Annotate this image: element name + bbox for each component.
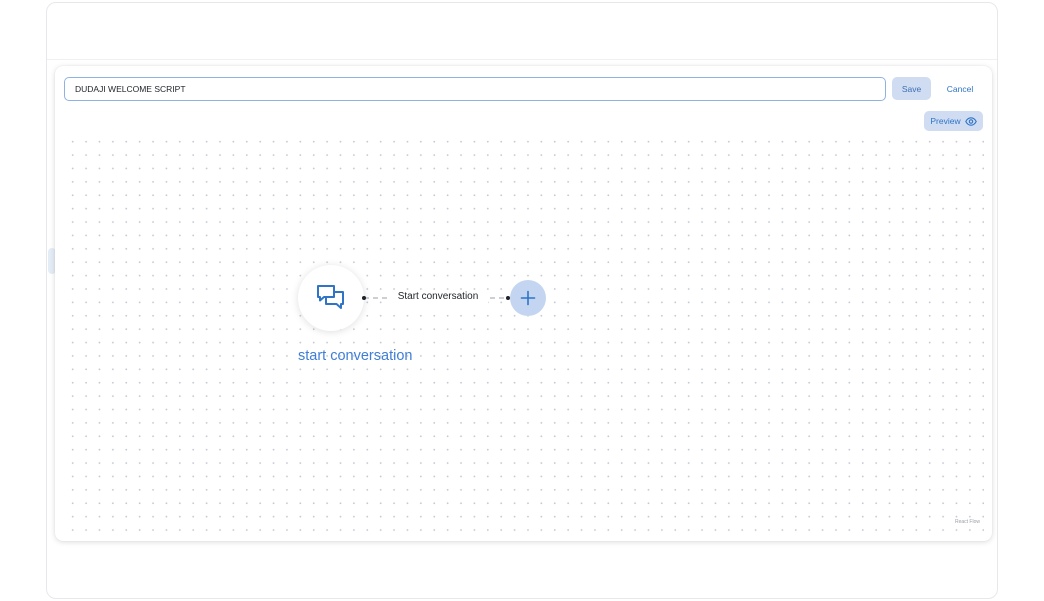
plus-icon [520, 290, 536, 306]
react-flow-attribution[interactable]: React Flow [955, 519, 980, 525]
cancel-button[interactable]: Cancel [937, 77, 983, 100]
script-editor-modal: Save Cancel Preview start conversation S… [55, 66, 992, 541]
eye-icon [964, 116, 977, 126]
add-node-button[interactable] [510, 280, 546, 316]
header-divider [47, 59, 997, 60]
flow-canvas[interactable] [63, 132, 984, 534]
preview-button-label: Preview [930, 116, 961, 126]
edge-source-handle [362, 296, 366, 300]
save-button[interactable]: Save [892, 77, 931, 100]
script-title-input[interactable] [64, 77, 886, 101]
start-node-label: start conversation [298, 348, 413, 364]
preview-button[interactable]: Preview [924, 111, 983, 131]
edge-label: Start conversation [388, 290, 488, 304]
chat-bubbles-icon [317, 285, 344, 309]
